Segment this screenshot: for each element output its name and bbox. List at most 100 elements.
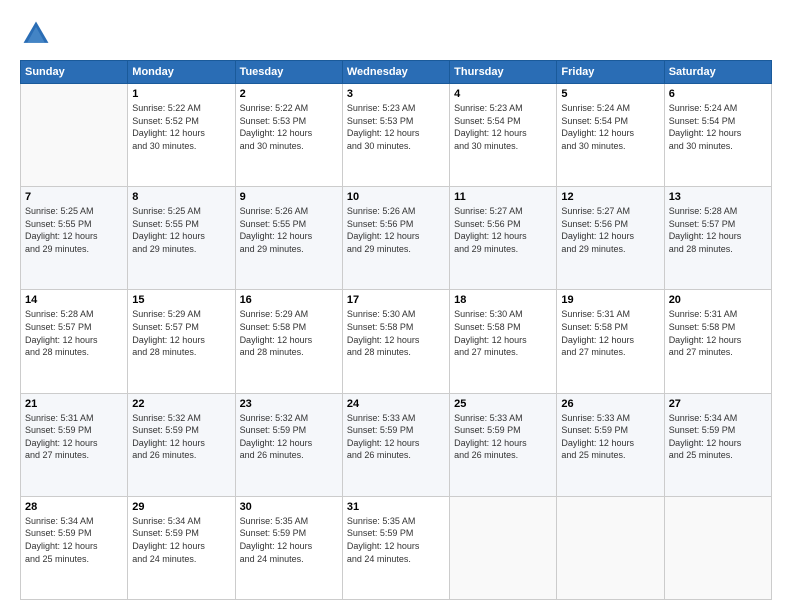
day-info: Sunrise: 5:24 AMSunset: 5:54 PMDaylight:… <box>669 102 767 152</box>
day-number: 24 <box>347 398 445 410</box>
day-number: 19 <box>561 294 659 306</box>
day-info: Sunrise: 5:33 AMSunset: 5:59 PMDaylight:… <box>561 412 659 462</box>
day-info: Sunrise: 5:25 AMSunset: 5:55 PMDaylight:… <box>132 205 230 255</box>
day-number: 5 <box>561 88 659 100</box>
day-header-saturday: Saturday <box>664 61 771 84</box>
calendar-cell: 19 Sunrise: 5:31 AMSunset: 5:58 PMDayligh… <box>557 290 664 393</box>
day-header-monday: Monday <box>128 61 235 84</box>
calendar-cell: 18 Sunrise: 5:30 AMSunset: 5:58 PMDayligh… <box>450 290 557 393</box>
day-info: Sunrise: 5:34 AMSunset: 5:59 PMDaylight:… <box>25 515 123 565</box>
calendar-cell: 27 Sunrise: 5:34 AMSunset: 5:59 PMDayligh… <box>664 393 771 496</box>
day-header-tuesday: Tuesday <box>235 61 342 84</box>
day-info: Sunrise: 5:32 AMSunset: 5:59 PMDaylight:… <box>240 412 338 462</box>
day-info: Sunrise: 5:33 AMSunset: 5:59 PMDaylight:… <box>347 412 445 462</box>
calendar-cell: 13Sunrise: 5:28 AMSunset: 5:57 PMDayligh… <box>664 187 771 290</box>
day-number: 11 <box>454 191 552 203</box>
calendar-cell: 24 Sunrise: 5:33 AMSunset: 5:59 PMDayligh… <box>342 393 449 496</box>
day-info: Sunrise: 5:30 AMSunset: 5:58 PMDaylight:… <box>454 308 552 358</box>
day-info: Sunrise: 5:23 AMSunset: 5:54 PMDaylight:… <box>454 102 552 152</box>
day-info: Sunrise: 5:30 AMSunset: 5:58 PMDaylight:… <box>347 308 445 358</box>
day-number: 28 <box>25 501 123 513</box>
day-number: 31 <box>347 501 445 513</box>
calendar-week-row: 21 Sunrise: 5:31 AMSunset: 5:59 PMDayligh… <box>21 393 772 496</box>
day-number: 23 <box>240 398 338 410</box>
calendar-cell: 31 Sunrise: 5:35 AMSunset: 5:59 PMDayligh… <box>342 496 449 599</box>
day-number: 25 <box>454 398 552 410</box>
calendar-cell: 8 Sunrise: 5:25 AMSunset: 5:55 PMDaylight… <box>128 187 235 290</box>
day-info: Sunrise: 5:29 AMSunset: 5:57 PMDaylight:… <box>132 308 230 358</box>
calendar-table: SundayMondayTuesdayWednesdayThursdayFrid… <box>20 60 772 600</box>
calendar-cell: 9 Sunrise: 5:26 AMSunset: 5:55 PMDaylight… <box>235 187 342 290</box>
day-number: 30 <box>240 501 338 513</box>
days-header-row: SundayMondayTuesdayWednesdayThursdayFrid… <box>21 61 772 84</box>
calendar-cell: 5 Sunrise: 5:24 AMSunset: 5:54 PMDaylight… <box>557 84 664 187</box>
day-info: Sunrise: 5:22 AMSunset: 5:52 PMDaylight:… <box>132 102 230 152</box>
day-info: Sunrise: 5:24 AMSunset: 5:54 PMDaylight:… <box>561 102 659 152</box>
calendar-cell <box>450 496 557 599</box>
day-number: 17 <box>347 294 445 306</box>
day-number: 9 <box>240 191 338 203</box>
day-number: 27 <box>669 398 767 410</box>
day-info: Sunrise: 5:31 AMSunset: 5:58 PMDaylight:… <box>561 308 659 358</box>
calendar-week-row: 28 Sunrise: 5:34 AMSunset: 5:59 PMDayligh… <box>21 496 772 599</box>
calendar-cell <box>557 496 664 599</box>
page: SundayMondayTuesdayWednesdayThursdayFrid… <box>0 0 792 612</box>
day-number: 16 <box>240 294 338 306</box>
day-number: 21 <box>25 398 123 410</box>
day-number: 15 <box>132 294 230 306</box>
calendar-cell: 25 Sunrise: 5:33 AMSunset: 5:59 PMDayligh… <box>450 393 557 496</box>
calendar-cell: 16 Sunrise: 5:29 AMSunset: 5:58 PMDayligh… <box>235 290 342 393</box>
calendar-cell: 28 Sunrise: 5:34 AMSunset: 5:59 PMDayligh… <box>21 496 128 599</box>
day-number: 29 <box>132 501 230 513</box>
calendar-cell: 30 Sunrise: 5:35 AMSunset: 5:59 PMDayligh… <box>235 496 342 599</box>
calendar-cell: 12Sunrise: 5:27 AMSunset: 5:56 PMDayligh… <box>557 187 664 290</box>
day-number: 4 <box>454 88 552 100</box>
day-number: 14 <box>25 294 123 306</box>
calendar-cell: 6Sunrise: 5:24 AMSunset: 5:54 PMDaylight… <box>664 84 771 187</box>
day-info: Sunrise: 5:34 AMSunset: 5:59 PMDaylight:… <box>132 515 230 565</box>
logo <box>20 18 56 50</box>
day-info: Sunrise: 5:29 AMSunset: 5:58 PMDaylight:… <box>240 308 338 358</box>
day-header-friday: Friday <box>557 61 664 84</box>
day-info: Sunrise: 5:31 AMSunset: 5:58 PMDaylight:… <box>669 308 767 358</box>
calendar-cell: 22 Sunrise: 5:32 AMSunset: 5:59 PMDayligh… <box>128 393 235 496</box>
day-number: 18 <box>454 294 552 306</box>
day-info: Sunrise: 5:35 AMSunset: 5:59 PMDaylight:… <box>347 515 445 565</box>
day-number: 1 <box>132 88 230 100</box>
day-number: 3 <box>347 88 445 100</box>
logo-icon <box>20 18 52 50</box>
day-info: Sunrise: 5:34 AMSunset: 5:59 PMDaylight:… <box>669 412 767 462</box>
calendar-cell: 23 Sunrise: 5:32 AMSunset: 5:59 PMDayligh… <box>235 393 342 496</box>
day-number: 7 <box>25 191 123 203</box>
day-info: Sunrise: 5:26 AMSunset: 5:56 PMDaylight:… <box>347 205 445 255</box>
day-info: Sunrise: 5:26 AMSunset: 5:55 PMDaylight:… <box>240 205 338 255</box>
calendar-cell: 3Sunrise: 5:23 AMSunset: 5:53 PMDaylight… <box>342 84 449 187</box>
header <box>20 18 772 50</box>
calendar-week-row: 14Sunrise: 5:28 AMSunset: 5:57 PMDayligh… <box>21 290 772 393</box>
day-header-thursday: Thursday <box>450 61 557 84</box>
calendar-cell: 14Sunrise: 5:28 AMSunset: 5:57 PMDayligh… <box>21 290 128 393</box>
day-info: Sunrise: 5:25 AMSunset: 5:55 PMDaylight:… <box>25 205 123 255</box>
calendar-cell: 26 Sunrise: 5:33 AMSunset: 5:59 PMDayligh… <box>557 393 664 496</box>
day-number: 20 <box>669 294 767 306</box>
day-info: Sunrise: 5:33 AMSunset: 5:59 PMDaylight:… <box>454 412 552 462</box>
day-number: 10 <box>347 191 445 203</box>
day-info: Sunrise: 5:22 AMSunset: 5:53 PMDaylight:… <box>240 102 338 152</box>
day-number: 8 <box>132 191 230 203</box>
day-number: 26 <box>561 398 659 410</box>
calendar-cell <box>21 84 128 187</box>
calendar-cell: 17 Sunrise: 5:30 AMSunset: 5:58 PMDayligh… <box>342 290 449 393</box>
calendar-cell: 1 Sunrise: 5:22 AMSunset: 5:52 PMDaylight… <box>128 84 235 187</box>
calendar-cell: 29 Sunrise: 5:34 AMSunset: 5:59 PMDayligh… <box>128 496 235 599</box>
day-number: 2 <box>240 88 338 100</box>
day-info: Sunrise: 5:35 AMSunset: 5:59 PMDaylight:… <box>240 515 338 565</box>
calendar-cell: 15 Sunrise: 5:29 AMSunset: 5:57 PMDayligh… <box>128 290 235 393</box>
day-header-sunday: Sunday <box>21 61 128 84</box>
day-info: Sunrise: 5:32 AMSunset: 5:59 PMDaylight:… <box>132 412 230 462</box>
day-info: Sunrise: 5:31 AMSunset: 5:59 PMDaylight:… <box>25 412 123 462</box>
calendar-cell: 20 Sunrise: 5:31 AMSunset: 5:58 PMDayligh… <box>664 290 771 393</box>
day-number: 22 <box>132 398 230 410</box>
calendar-cell: 4 Sunrise: 5:23 AMSunset: 5:54 PMDaylight… <box>450 84 557 187</box>
calendar-cell: 2 Sunrise: 5:22 AMSunset: 5:53 PMDaylight… <box>235 84 342 187</box>
day-info: Sunrise: 5:28 AMSunset: 5:57 PMDaylight:… <box>669 205 767 255</box>
